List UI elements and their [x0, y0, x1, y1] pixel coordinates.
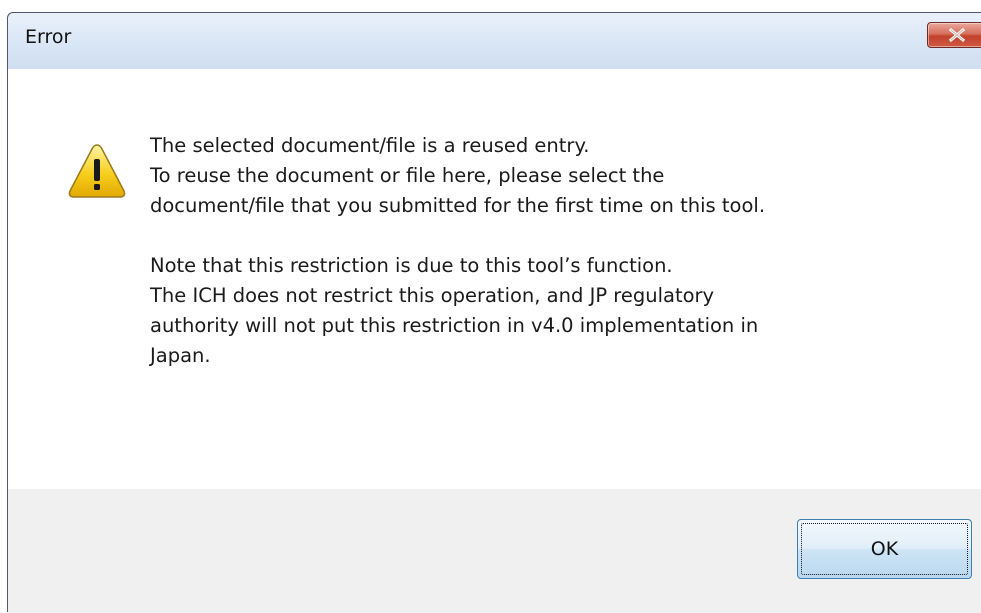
message-line: Note that this restriction is due to thi… — [150, 254, 673, 277]
message-line: Japan. — [150, 344, 211, 367]
ok-button[interactable]: OK — [797, 519, 972, 579]
close-button[interactable] — [927, 22, 981, 48]
message-line: The ICH does not restrict this operation… — [150, 284, 715, 307]
warning-icon — [68, 144, 126, 198]
title-bar[interactable]: Error — [8, 13, 981, 69]
dialog-title: Error — [25, 26, 72, 48]
message-line: authority will not put this restriction … — [150, 314, 759, 337]
close-icon — [948, 28, 966, 42]
ok-button-label: OK — [870, 538, 899, 560]
message-line: The selected document/file is a reused e… — [150, 134, 590, 157]
error-dialog: Error The selected document/file is a re… — [7, 12, 981, 613]
message-area: The selected document/file is a reused e… — [8, 69, 981, 489]
message-line: To reuse the document or file here, plea… — [150, 164, 665, 187]
message-line: document/file that you submitted for the… — [150, 194, 766, 217]
dialog-body: The selected document/file is a reused e… — [8, 69, 981, 613]
button-bar: OK — [8, 489, 981, 613]
error-message: The selected document/file is a reused e… — [150, 131, 950, 371]
